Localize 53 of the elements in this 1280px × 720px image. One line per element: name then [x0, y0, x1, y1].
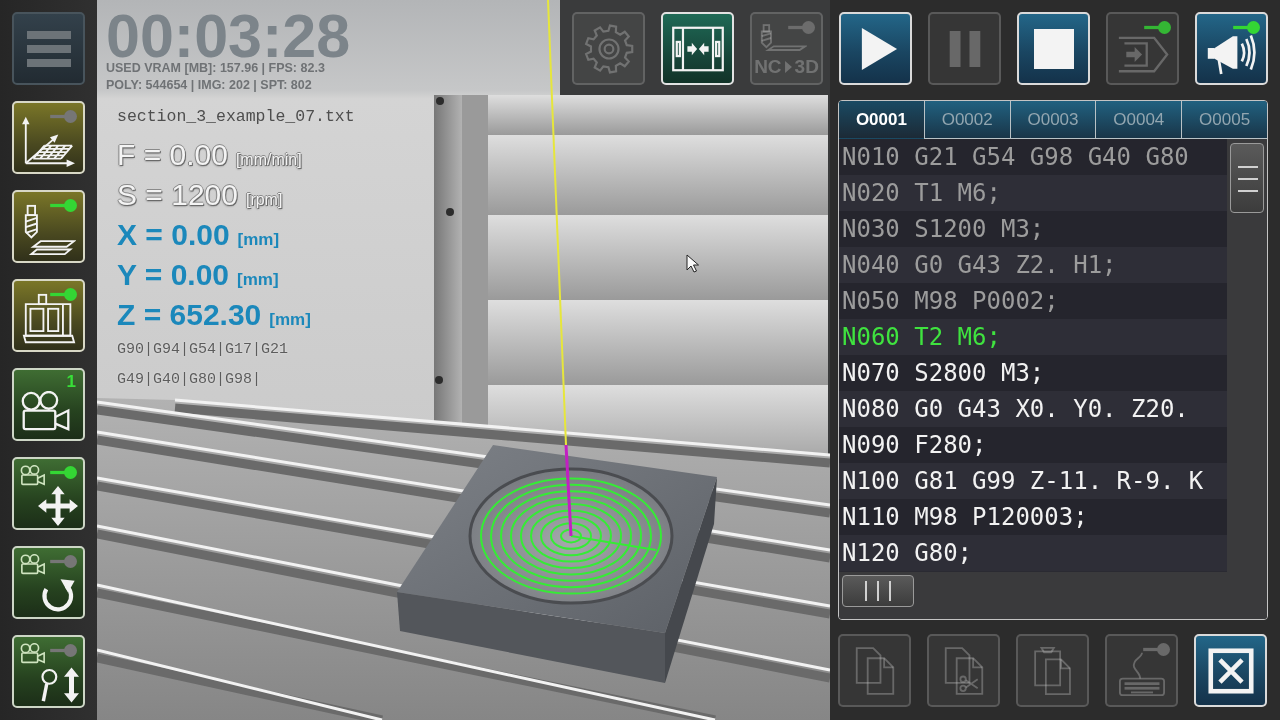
- move-arrows-icon: [37, 485, 78, 526]
- mouse-cursor-icon: [686, 254, 699, 273]
- stop-icon: [1033, 28, 1074, 69]
- video-camera-icon: [19, 391, 72, 432]
- render-stats: USED VRAM [MB]: 157.96 | FPS: 82.3: [106, 60, 326, 77]
- readout-value: Y = 0.00: [117, 257, 230, 293]
- magnifier-icon: [38, 667, 58, 703]
- video-camera-icon: [20, 554, 46, 575]
- arrows-inward-icon: [670, 25, 725, 72]
- paste-icon: [1031, 645, 1074, 696]
- readout-unit: [mm]: [269, 310, 311, 330]
- settings-icon: [582, 22, 635, 75]
- menu-button[interactable]: [12, 12, 85, 85]
- camera-rotate-button[interactable]: [12, 546, 85, 619]
- machine-icon: [21, 292, 76, 345]
- camera-pan-button[interactable]: [12, 457, 85, 530]
- scrollbar-thumb[interactable]: [1230, 143, 1264, 213]
- camera-button[interactable]: 1: [12, 368, 85, 441]
- video-camera-icon: [20, 465, 46, 486]
- sound-button[interactable]: [1195, 12, 1268, 85]
- close-button[interactable]: [1194, 634, 1267, 707]
- menu-icon: [26, 30, 71, 67]
- tool-path-icon: [758, 23, 807, 52]
- play-button[interactable]: [839, 12, 912, 85]
- vertical-arrow-icon: [63, 666, 79, 703]
- close-icon: [1207, 647, 1254, 694]
- scrollbar-thumb[interactable]: [842, 575, 914, 607]
- video-camera-icon: [20, 643, 46, 664]
- play-icon: [859, 26, 898, 71]
- arrow-icon: [784, 60, 792, 73]
- axes-grid-icon: [21, 114, 76, 167]
- cut-icon: [942, 645, 985, 696]
- readout-unit: [mm/min]: [235, 151, 302, 169]
- keyboard-icon: [1117, 650, 1166, 697]
- elapsed-time: 00:03:28: [106, 13, 351, 60]
- copy-icon: [853, 645, 896, 696]
- grid-toggle-button[interactable]: [12, 101, 85, 174]
- stop-button[interactable]: [1017, 12, 1090, 85]
- render-stats: POLY: 544654 | IMG: 202 | SPT: 802: [106, 77, 313, 94]
- readout-unit: [rpm]: [245, 191, 283, 209]
- readout-unit: [mm]: [237, 230, 280, 250]
- file-name: section_3_example_07.txt: [117, 107, 355, 127]
- fit-button[interactable]: [661, 12, 734, 85]
- modal-codes: G90|G94|G54|G17|G21: [117, 340, 290, 360]
- program-tab[interactable]: O0001: [839, 101, 924, 139]
- modal-codes: G49|G40|G80|G98|: [117, 370, 263, 390]
- readout-value: X = 0.00: [117, 217, 230, 253]
- readout-unit: [mm]: [237, 270, 279, 290]
- export-icon: [1116, 34, 1169, 75]
- camera-zoom-button[interactable]: [12, 635, 85, 708]
- readout-value: Z = 652.30: [117, 297, 262, 333]
- toolpath-toggle-button[interactable]: [12, 190, 85, 263]
- machine-toggle-button[interactable]: [12, 279, 85, 352]
